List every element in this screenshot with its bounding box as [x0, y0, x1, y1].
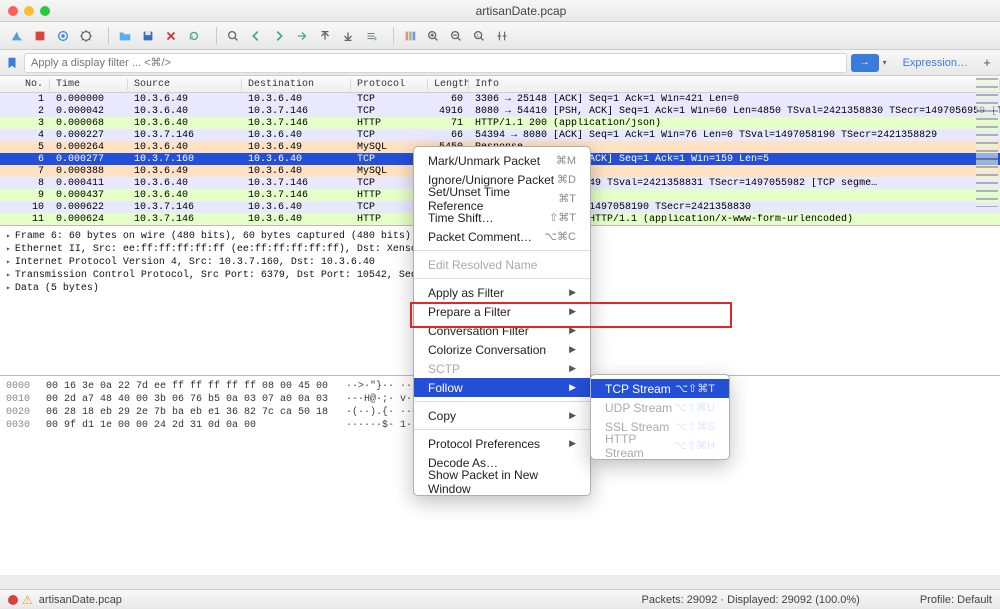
status-packets: Packets: 29092 · Displayed: 29092 (100.0… [642, 594, 860, 606]
shark-fin-icon[interactable] [6, 25, 28, 47]
expression-button[interactable]: Expression… [897, 55, 974, 71]
ctx-time-reference[interactable]: Set/Unset Time Reference⌘T [414, 189, 590, 208]
bookmark-filter-icon[interactable] [4, 55, 20, 71]
col-info[interactable]: Info [469, 79, 1000, 90]
restart-capture-button[interactable] [52, 25, 74, 47]
filter-bar: ▾ Expression… + [0, 50, 1000, 76]
ctx-colorize-conversation[interactable]: Colorize Conversation▶ [414, 340, 590, 359]
titlebar: artisanDate.pcap [0, 0, 1000, 22]
colorize-button[interactable] [399, 25, 421, 47]
go-forward-button[interactable] [268, 25, 290, 47]
packet-minimap[interactable] [976, 77, 998, 207]
go-last-button[interactable] [337, 25, 359, 47]
col-destination[interactable]: Destination [242, 79, 351, 90]
table-row[interactable]: 30.00006810.3.6.4010.3.7.146HTTP71HTTP/1… [0, 117, 1000, 129]
zoom-in-button[interactable] [422, 25, 444, 47]
close-window-button[interactable] [8, 6, 18, 16]
autoscroll-button[interactable] [360, 25, 382, 47]
col-time[interactable]: Time [50, 79, 128, 90]
ctx-mark-packet[interactable]: Mark/Unmark Packet⌘M [414, 151, 590, 170]
warning-icon[interactable]: ⚠︎ [22, 593, 33, 607]
ctx-apply-filter[interactable]: Apply as Filter▶ [414, 283, 590, 302]
maximize-window-button[interactable] [40, 6, 50, 16]
col-length[interactable]: Length [428, 79, 469, 90]
ctx-follow[interactable]: Follow▶ TCP Stream⌥⇧⌘T UDP Stream⌥⇧⌘U SS… [414, 378, 590, 397]
table-row[interactable]: 20.00004210.3.6.4010.3.7.146TCP49168080 … [0, 105, 1000, 117]
context-menu: Mark/Unmark Packet⌘M Ignore/Unignore Pac… [413, 146, 591, 496]
ctx-sctp: SCTP▶ [414, 359, 590, 378]
zoom-out-button[interactable] [445, 25, 467, 47]
status-profile[interactable]: Profile: Default [920, 594, 992, 606]
table-row[interactable]: 40.00022710.3.7.14610.3.6.40TCP6654394 →… [0, 129, 1000, 141]
window-title: artisanDate.pcap [50, 4, 992, 18]
col-source[interactable]: Source [128, 79, 242, 90]
go-to-packet-button[interactable] [291, 25, 313, 47]
find-packet-button[interactable] [222, 25, 244, 47]
close-file-button[interactable] [160, 25, 182, 47]
zoom-reset-button[interactable]: 1 [468, 25, 490, 47]
open-file-button[interactable] [114, 25, 136, 47]
add-filter-button[interactable]: + [978, 55, 996, 70]
stop-capture-button[interactable] [29, 25, 51, 47]
go-back-button[interactable] [245, 25, 267, 47]
ctx-edit-resolved-name: Edit Resolved Name [414, 255, 590, 274]
capture-options-button[interactable] [75, 25, 97, 47]
expert-info-led[interactable] [8, 595, 18, 605]
follow-submenu: TCP Stream⌥⇧⌘T UDP Stream⌥⇧⌘U SSL Stream… [590, 374, 730, 460]
packet-list-header: No. Time Source Destination Protocol Len… [0, 76, 1000, 93]
main-toolbar: 1 [0, 22, 1000, 50]
resize-columns-button[interactable] [491, 25, 513, 47]
filter-dropdown-icon[interactable]: ▾ [883, 58, 893, 67]
svg-text:1: 1 [476, 32, 479, 37]
table-row[interactable]: 10.00000010.3.6.4910.3.6.40TCP603306 → 2… [0, 93, 1000, 105]
col-no[interactable]: No. [0, 79, 50, 90]
status-bar: ⚠︎ artisanDate.pcap Packets: 29092 · Dis… [0, 589, 1000, 609]
col-protocol[interactable]: Protocol [351, 79, 428, 90]
sub-http-stream: HTTP Stream⌥⇧⌘H [591, 436, 729, 455]
ctx-packet-comment[interactable]: Packet Comment…⌥⌘C [414, 227, 590, 246]
save-file-button[interactable] [137, 25, 159, 47]
ctx-protocol-preferences[interactable]: Protocol Preferences▶ [414, 434, 590, 453]
sub-tcp-stream[interactable]: TCP Stream⌥⇧⌘T [591, 379, 729, 398]
ctx-prepare-filter[interactable]: Prepare a Filter▶ [414, 302, 590, 321]
ctx-copy[interactable]: Copy▶ [414, 406, 590, 425]
go-first-button[interactable] [314, 25, 336, 47]
sub-udp-stream: UDP Stream⌥⇧⌘U [591, 398, 729, 417]
minimize-window-button[interactable] [24, 6, 34, 16]
status-file: artisanDate.pcap [39, 594, 642, 606]
reload-file-button[interactable] [183, 25, 205, 47]
apply-filter-button[interactable] [851, 54, 879, 72]
display-filter-input[interactable] [24, 53, 847, 73]
ctx-conversation-filter[interactable]: Conversation Filter▶ [414, 321, 590, 340]
ctx-show-new-window[interactable]: Show Packet in New Window [414, 472, 590, 491]
